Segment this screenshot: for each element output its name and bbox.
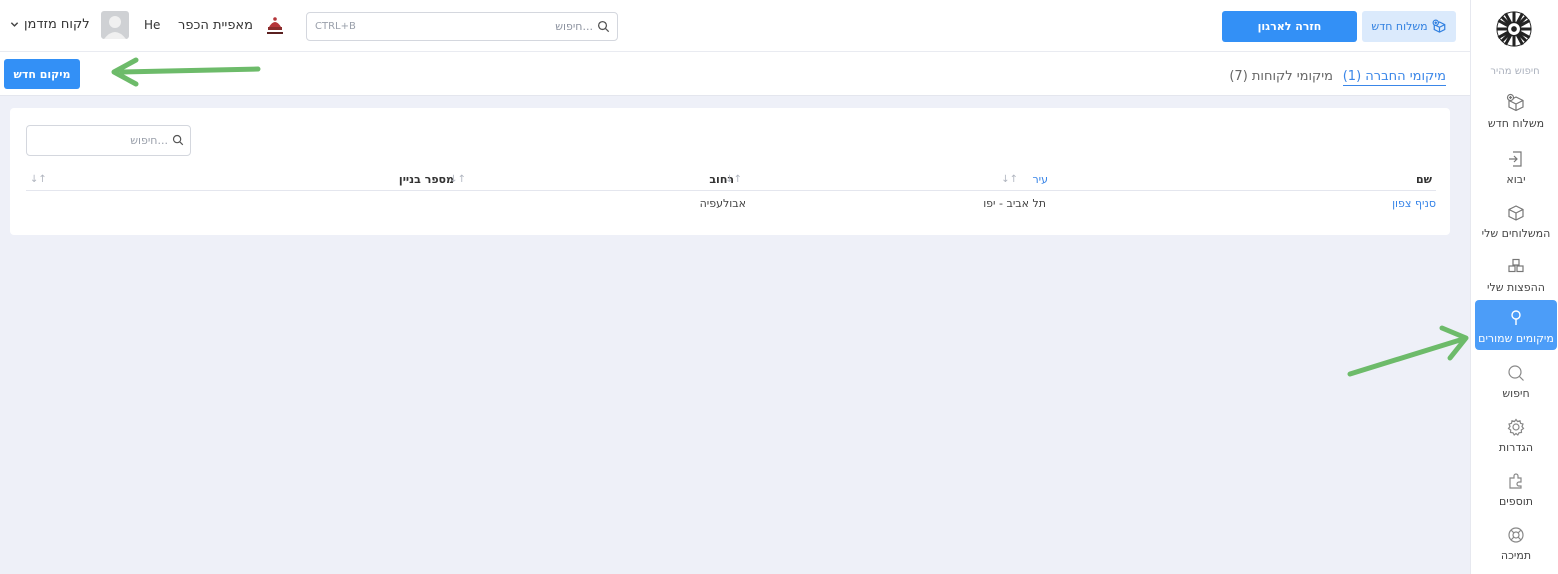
- sidebar-item-label: הגדרות: [1498, 441, 1534, 454]
- sidebar-item-new-shipment[interactable]: משלוח חדש: [1475, 90, 1557, 140]
- sort-icon[interactable]: ↓↑: [449, 174, 466, 185]
- sidebar-item-label: חיפוש: [1502, 387, 1530, 400]
- boxes-icon: [1508, 258, 1524, 273]
- box-add-icon: [1506, 93, 1524, 112]
- import-icon: [1509, 151, 1522, 167]
- sort-icon[interactable]: ↓↑: [725, 174, 742, 185]
- box-add-icon: [1432, 19, 1445, 33]
- quick-search-label[interactable]: חיפוש מהיר: [1471, 66, 1558, 77]
- user-avatar-icon: [104, 16, 126, 39]
- location-name-link[interactable]: סניף צפון: [1392, 197, 1436, 210]
- sort-icon[interactable]: ↓↑: [1001, 174, 1018, 185]
- tab-customer-locations[interactable]: מיקומי לקוחות (7): [1229, 69, 1333, 84]
- organization-name[interactable]: מאפיית הכפר: [178, 18, 253, 33]
- search-shortcut-hint: CTRL+B: [315, 21, 356, 32]
- location-street: אבולעפיה: [699, 197, 746, 210]
- locations-card: חיפוש... שם עיר ↓↑ רחוב ↓↑ מספר בניין ↓↑…: [10, 108, 1450, 235]
- table-search-input[interactable]: חיפוש...: [26, 125, 191, 156]
- new-shipment-button[interactable]: משלוח חדש: [1362, 11, 1456, 42]
- lifebuoy-icon: [1508, 527, 1524, 543]
- sidebar-item-my-distributions[interactable]: ההפצות שלי: [1475, 254, 1557, 304]
- sidebar-item-label: מיקומים שמורים: [1478, 332, 1554, 345]
- sidebar-item-label: יבוא: [1506, 173, 1526, 186]
- column-header-building-number[interactable]: מספר בניין: [399, 173, 454, 186]
- box-icon: [1508, 205, 1524, 221]
- sidebar-item-settings[interactable]: הגדרות: [1475, 414, 1557, 464]
- user-menu-label: לקוח מזדמן: [24, 17, 90, 32]
- sidebar-item-saved-locations[interactable]: מיקומים שמורים: [1475, 300, 1557, 350]
- new-shipment-label: משלוח חדש: [1371, 20, 1428, 33]
- top-bar: משלוח חדש חזרה לארגון חיפוש... CTRL+B מא…: [0, 0, 1470, 52]
- search-icon: [172, 134, 184, 146]
- table-row[interactable]: סניף צפון תל אביב - יפו אבולעפיה: [26, 197, 1436, 215]
- table-search-placeholder: חיפוש...: [130, 134, 168, 147]
- sidebar-item-label: תמיכה: [1500, 549, 1532, 562]
- chevron-down-icon: [10, 22, 19, 27]
- sidebar-item-import[interactable]: יבוא: [1475, 146, 1557, 196]
- table-header: שם עיר ↓↑ רחוב ↓↑ מספר בניין ↓↑ ↓↑: [26, 173, 1436, 191]
- sidebar-item-search[interactable]: חיפוש: [1475, 360, 1557, 410]
- sort-icon[interactable]: ↓↑: [30, 174, 47, 185]
- language-switcher[interactable]: He: [144, 18, 160, 32]
- search-icon: [597, 20, 610, 33]
- company-logo-icon[interactable]: [1495, 10, 1533, 48]
- sidebar: חיפוש מהיר משלוח חדש יבוא המשלוחים שלי ה…: [1470, 0, 1558, 574]
- tab-company-locations[interactable]: מיקומי החברה (1): [1342, 69, 1446, 86]
- annotation-arrow-left-icon: [111, 57, 261, 87]
- search-placeholder: חיפוש...: [555, 20, 593, 33]
- sidebar-item-label: המשלוחים שלי: [1481, 227, 1551, 240]
- avatar[interactable]: [101, 11, 129, 39]
- column-header-name[interactable]: שם: [1416, 173, 1432, 186]
- sidebar-item-label: ההפצות שלי: [1487, 281, 1545, 294]
- annotation-arrow-right-icon: [1347, 325, 1469, 377]
- sidebar-item-support[interactable]: תמיכה: [1475, 522, 1557, 572]
- location-city: תל אביב - יפו: [983, 197, 1046, 210]
- sidebar-item-label: משלוח חדש: [1487, 117, 1545, 130]
- sidebar-item-plugins[interactable]: תוספים: [1475, 468, 1557, 518]
- search-icon: [1508, 365, 1524, 381]
- pin-icon: [1511, 310, 1521, 325]
- column-header-city[interactable]: עיר: [1032, 173, 1048, 186]
- global-search-input[interactable]: חיפוש... CTRL+B: [306, 12, 618, 41]
- gear-icon: [1507, 418, 1525, 436]
- sidebar-item-my-shipments[interactable]: המשלוחים שלי: [1475, 200, 1557, 250]
- bakery-logo-icon: [267, 17, 283, 34]
- sidebar-item-label: תוספים: [1499, 495, 1533, 508]
- back-to-organization-button[interactable]: חזרה לארגון: [1222, 11, 1357, 42]
- new-location-button[interactable]: מיקום חדש: [4, 59, 80, 89]
- user-menu-dropdown[interactable]: לקוח מזדמן: [10, 17, 90, 32]
- puzzle-icon: [1509, 473, 1522, 489]
